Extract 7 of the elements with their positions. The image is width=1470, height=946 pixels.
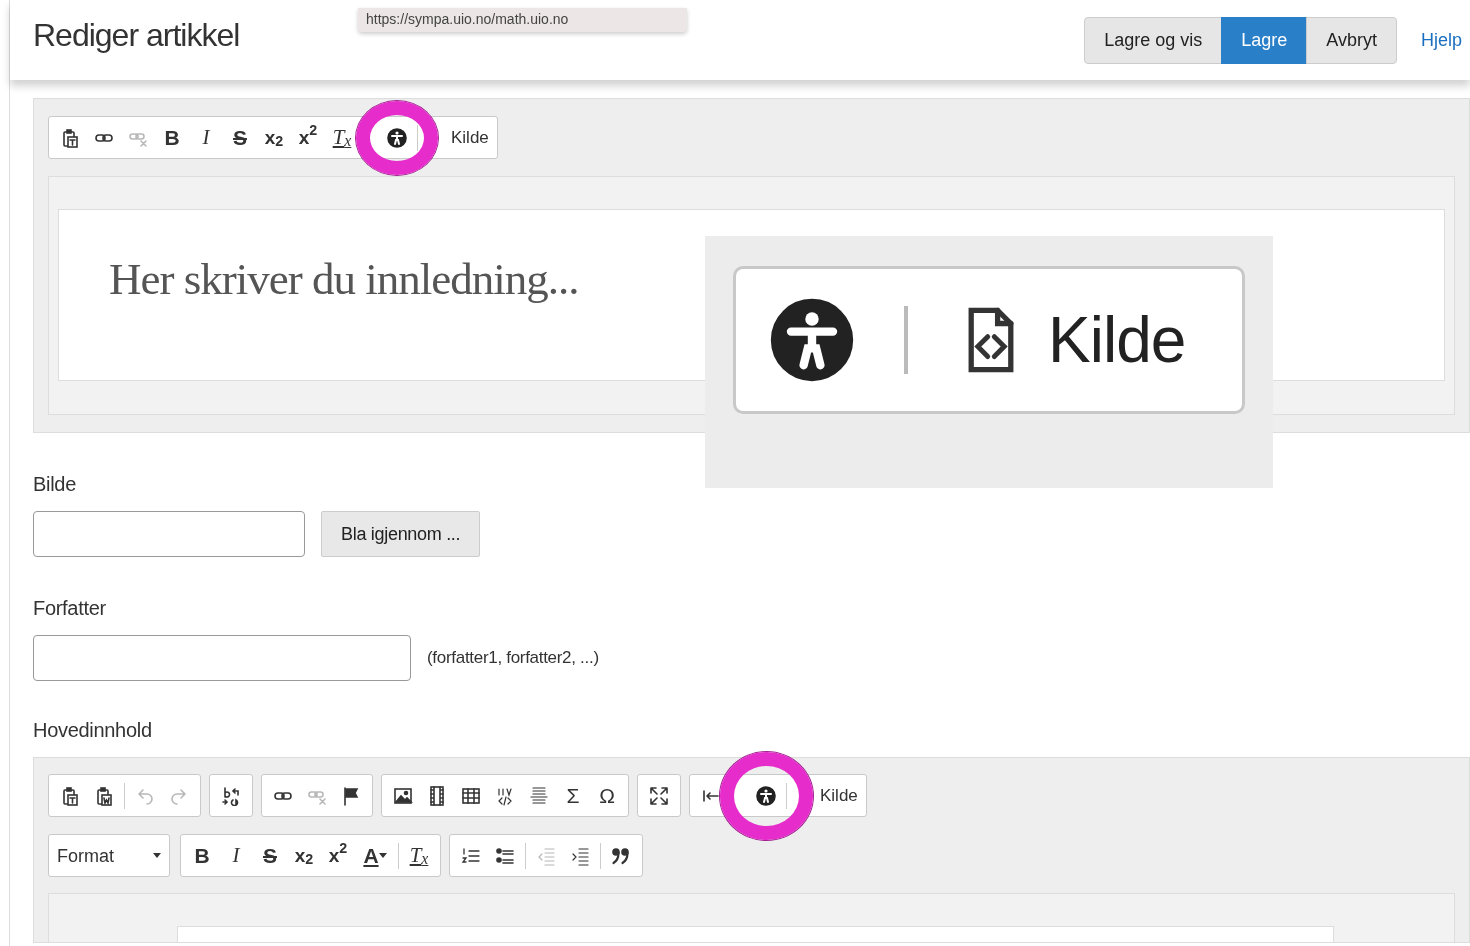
field-label: Forfatter <box>33 596 107 621</box>
url-tooltip: https://sympa.uio.no/math.uio.no <box>358 8 687 32</box>
field-label: Hovedinnhold <box>33 718 153 743</box>
placeholder-text: Her skriver du innledning... <box>109 253 580 306</box>
field-hint: (forfatter1, forfatter2, ...) <box>427 647 599 670</box>
page-title: Rediger artikkel <box>33 15 240 55</box>
field-label: Bilde <box>33 472 77 497</box>
